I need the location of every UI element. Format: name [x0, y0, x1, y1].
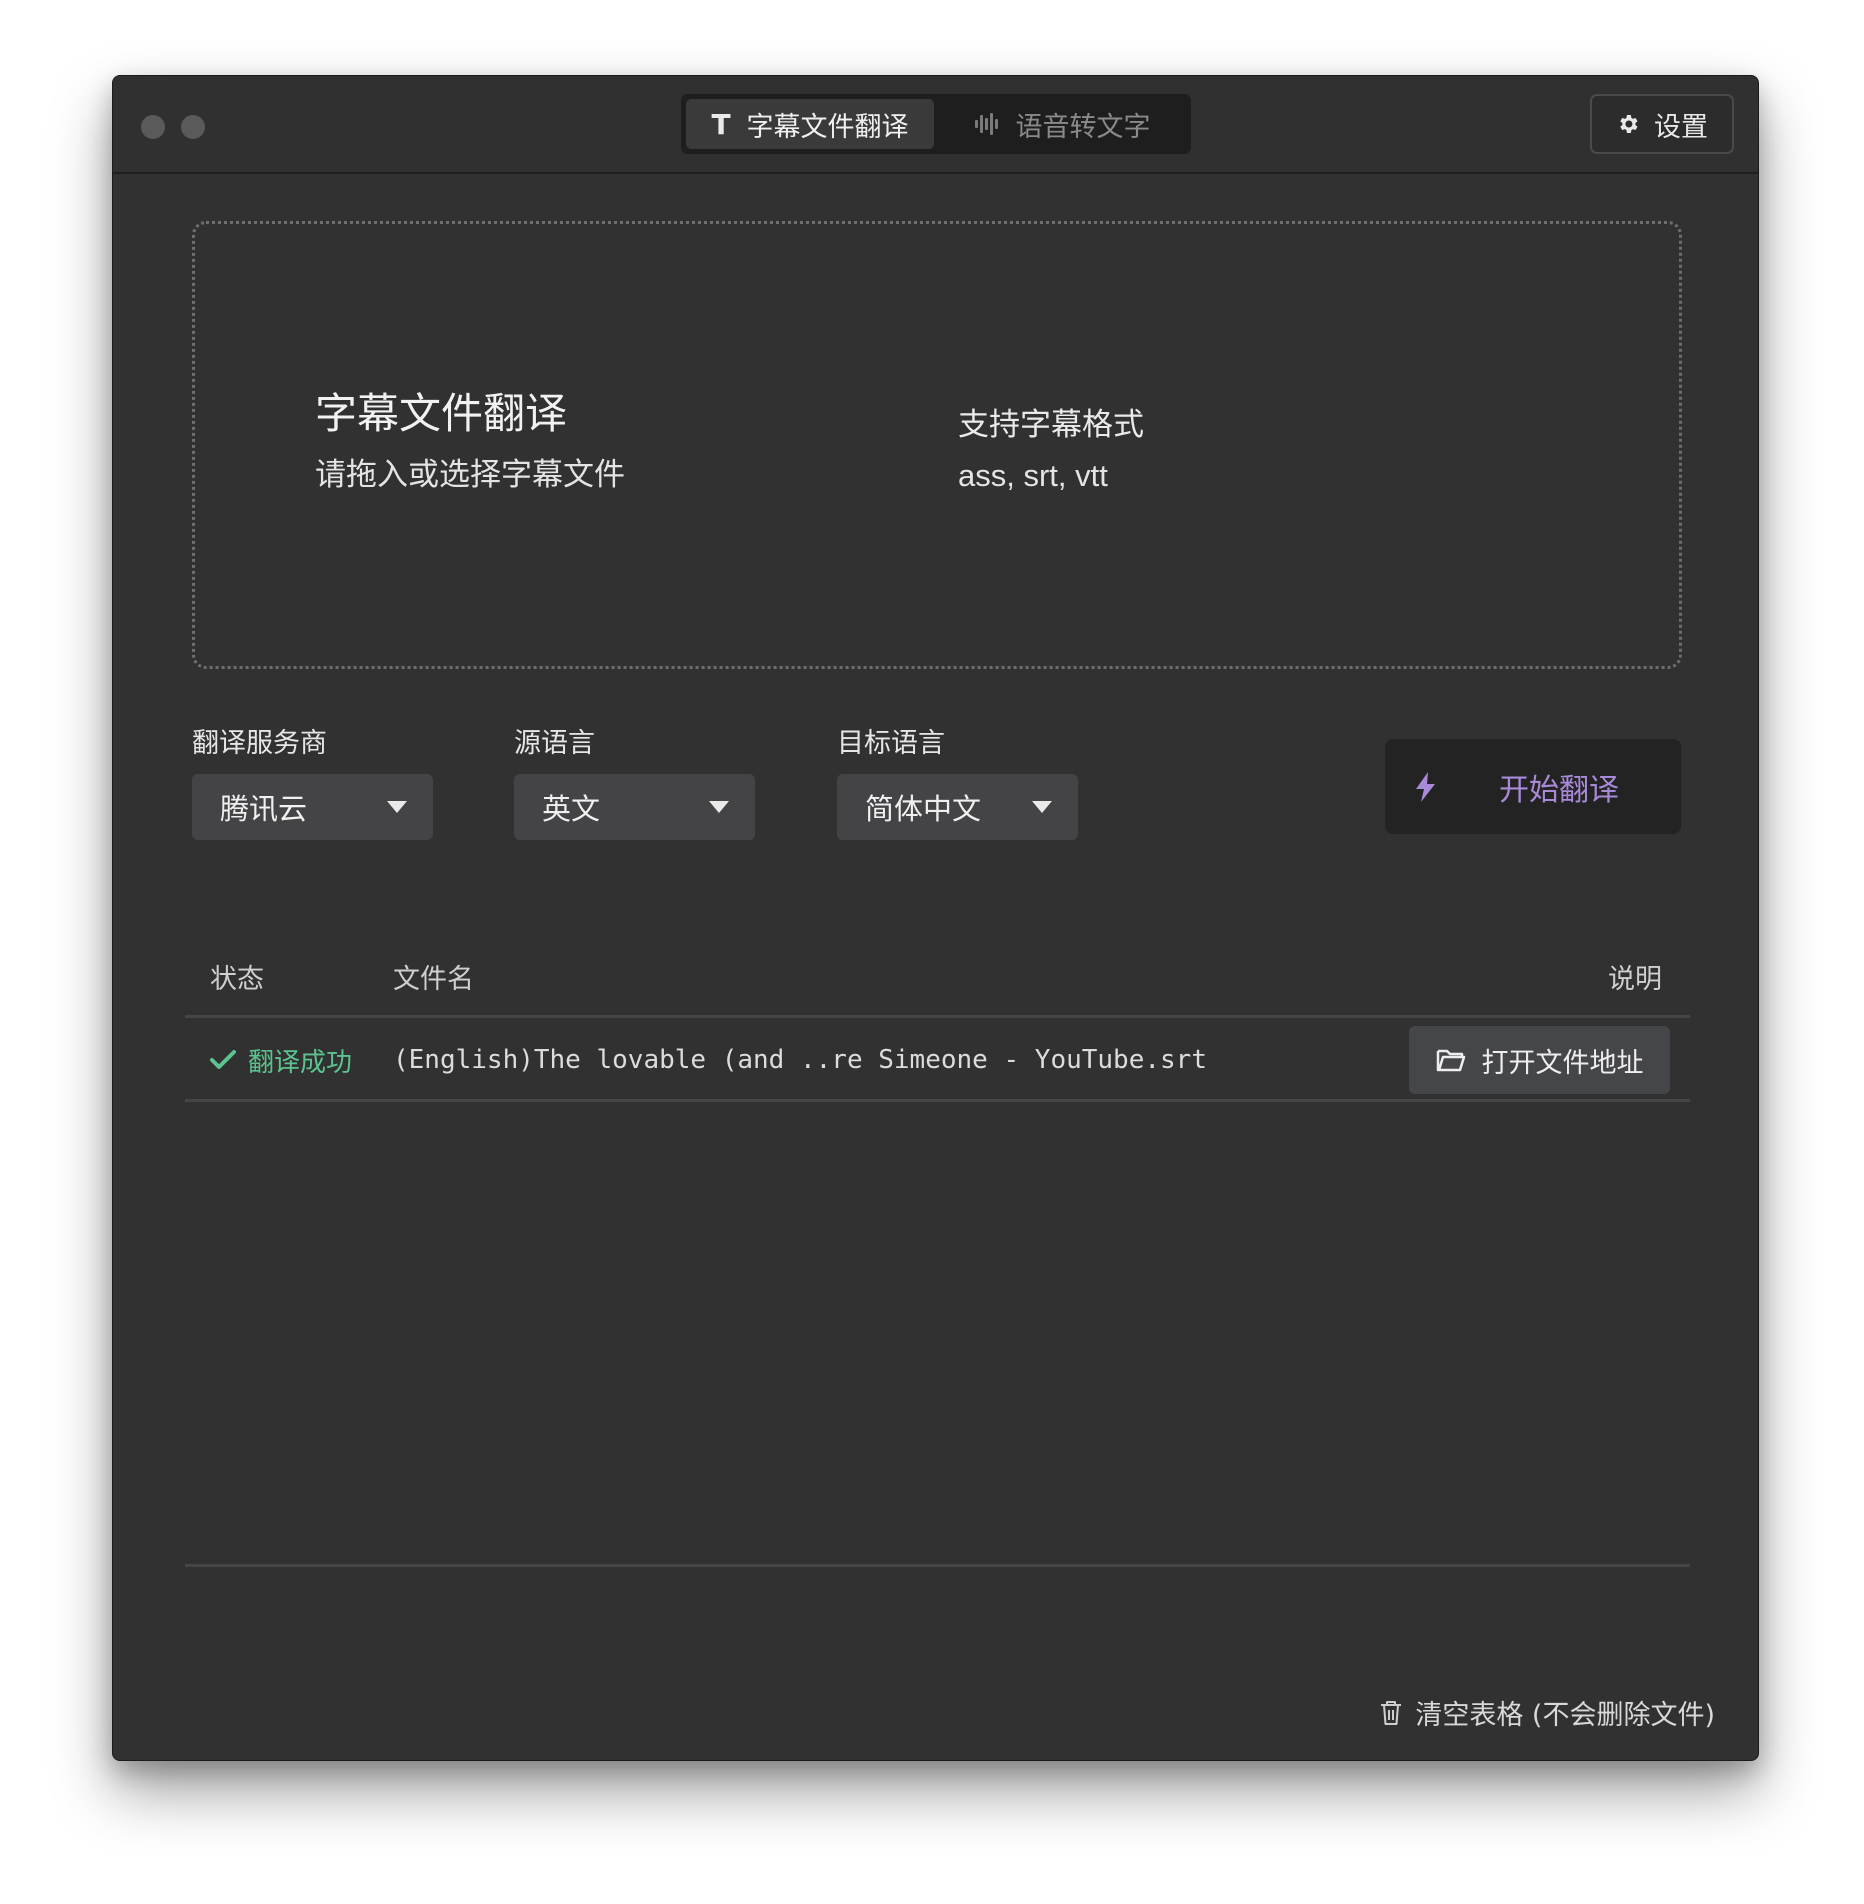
lightning-icon	[1413, 771, 1443, 803]
settings-button[interactable]: 设置	[1590, 94, 1734, 154]
open-file-location-button[interactable]: 打开文件地址	[1409, 1026, 1670, 1094]
start-translate-label: 开始翻译	[1499, 772, 1619, 808]
tab-label: 语音转文字	[1015, 111, 1151, 143]
tab-speech-to-text[interactable]: 语音转文字	[938, 99, 1186, 149]
formats-list: ass, srt, vtt	[958, 458, 1108, 493]
file-table: 状态 文件名 说明 翻译成功 (English)The lovable (and…	[185, 938, 1690, 1102]
caret-down-icon	[387, 801, 407, 813]
drop-zone-info: 字幕文件翻译 请拖入或选择字幕文件	[315, 389, 625, 494]
source-language-value: 英文	[542, 792, 601, 826]
start-translate-button[interactable]: 开始翻译	[1385, 739, 1681, 834]
table-header: 状态 文件名 说明	[185, 938, 1690, 1018]
provider-value: 腾讯云	[220, 792, 308, 826]
target-language-value: 简体中文	[865, 792, 982, 826]
source-language-field: 源语言 英文	[514, 721, 755, 840]
status-cell: 翻译成功	[210, 1018, 352, 1102]
table-row: 翻译成功 (English)The lovable (and ..re Sime…	[185, 1018, 1690, 1102]
formats-label: 支持字幕格式	[958, 407, 1144, 443]
checkmark-icon	[210, 1049, 236, 1071]
supported-formats: 支持字幕格式 ass, srt, vtt	[958, 399, 1144, 494]
waveform-icon	[974, 111, 1000, 137]
target-language-field: 目标语言 简体中文	[837, 721, 1078, 840]
table-bottom-divider	[185, 1564, 1690, 1567]
trash-icon	[1379, 1699, 1403, 1727]
drop-zone-title: 字幕文件翻译	[315, 389, 568, 438]
provider-label: 翻译服务商	[192, 728, 327, 759]
clear-table-button[interactable]: 清空表格 (不会删除文件)	[1379, 1693, 1715, 1732]
folder-open-icon	[1436, 1047, 1466, 1073]
window-minimize-control[interactable]	[181, 115, 205, 139]
window-close-control[interactable]	[141, 115, 165, 139]
tab-label: 字幕文件翻译	[746, 111, 909, 143]
column-header-status: 状态	[210, 964, 264, 995]
open-file-location-label: 打开文件地址	[1481, 1047, 1644, 1079]
app-window: T 字幕文件翻译 语音转文字 设置 字幕文件翻译 请拖入或选择字幕文件 支持字幕…	[112, 75, 1759, 1761]
title-bar: T 字幕文件翻译 语音转文字 设置	[113, 76, 1758, 174]
tab-subtitle-translate[interactable]: T 字幕文件翻译	[686, 99, 934, 149]
caret-down-icon	[709, 801, 729, 813]
clear-table-label: 清空表格 (不会删除文件)	[1415, 1700, 1715, 1731]
source-language-label: 源语言	[514, 728, 595, 759]
mode-tabs: T 字幕文件翻译 语音转文字	[681, 94, 1191, 154]
provider-field: 翻译服务商 腾讯云	[192, 721, 433, 840]
gear-icon	[1616, 112, 1640, 136]
text-icon: T	[711, 107, 731, 141]
caret-down-icon	[1032, 801, 1052, 813]
drop-zone-subtitle: 请拖入或选择字幕文件	[315, 457, 625, 494]
column-header-description: 说明	[1608, 964, 1662, 995]
source-language-select[interactable]: 英文	[514, 774, 755, 840]
settings-label: 设置	[1654, 111, 1708, 143]
target-language-select[interactable]: 简体中文	[837, 774, 1078, 840]
column-header-filename: 文件名	[393, 964, 474, 995]
file-drop-zone[interactable]: 字幕文件翻译 请拖入或选择字幕文件 支持字幕格式 ass, srt, vtt	[192, 221, 1682, 669]
provider-select[interactable]: 腾讯云	[192, 774, 433, 840]
status-text: 翻译成功	[248, 1047, 353, 1078]
target-language-label: 目标语言	[837, 728, 945, 759]
filename-cell: (English)The lovable (and ..re Simeone -…	[393, 1045, 1207, 1075]
